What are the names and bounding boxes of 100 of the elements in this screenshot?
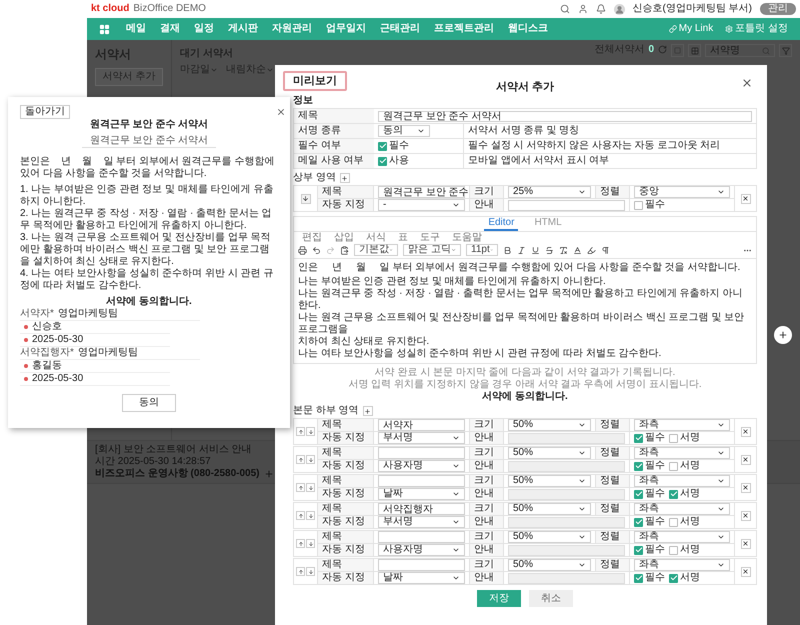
text-color-icon[interactable] [573,246,582,254]
move-up-button[interactable] [296,427,305,436]
strikethrough-icon[interactable] [545,246,554,254]
checkbox[interactable] [634,200,643,210]
list-view-button[interactable] [671,44,684,57]
user-icon[interactable] [578,4,588,14]
title-input[interactable] [378,475,465,487]
move-down-button[interactable] [306,483,315,492]
field-label: 서명 종류 [294,124,374,138]
move-up-button[interactable] [296,511,305,520]
add-button[interactable] [340,173,350,183]
type-select[interactable]: 동의 [378,125,430,137]
grid-view-button[interactable] [688,44,701,57]
refresh-icon[interactable] [658,45,667,54]
add-button[interactable] [362,406,373,416]
redo-icon[interactable] [326,246,335,254]
field-label: 크기 [470,186,504,199]
check-icon [634,518,642,526]
print-icon[interactable] [298,246,307,254]
remove-button[interactable] [740,194,750,204]
remove-button[interactable] [740,426,750,436]
highlight-icon[interactable] [587,246,596,254]
arrow-up-icon [298,428,304,434]
cancel-button[interactable]: 취소 [529,590,573,607]
title-input[interactable] [378,531,465,543]
preview-item: 3. 나는 원격 근무용 소프트웨어 및 전산장비를 업무 목적에만 활용하며 바이러스 백신 프로그램 및 보안 프로그램을 설치하여 최신 상태로 유지한다. [20,232,272,268]
editor-menu-item[interactable]: 표 [398,232,408,244]
style-select[interactable]: 기본값 [354,244,398,256]
underline-icon[interactable] [531,246,540,254]
apps-icon[interactable] [99,24,110,34]
editor-menu-item[interactable]: 도움말 [452,232,482,244]
preview-subtitle: 원격근무 보안 준수 서약서 [82,135,216,148]
editor-menu-item[interactable]: 삽입 [334,232,354,244]
search-icon[interactable] [560,4,570,14]
auto-select[interactable]: - [378,199,465,211]
agree-button[interactable]: 동의 [122,394,176,412]
paste-icon[interactable] [340,246,349,254]
move-down-button[interactable] [306,427,315,436]
bold-icon[interactable] [503,246,512,254]
check-label: 필수 [645,432,665,444]
field-label: 메일 사용 여부 [294,154,374,168]
close-icon[interactable] [276,107,286,117]
logo[interactable]: kt cloud [91,3,130,15]
back-button[interactable]: 돌아가기 [20,105,70,119]
arrow-down-icon [308,456,314,462]
move-down-button[interactable] [306,455,315,464]
editor-menu-item[interactable]: 편집 [302,232,322,244]
font-size-select[interactable]: 11pt [466,244,498,256]
paragraph-icon[interactable] [601,246,610,254]
check-icon [634,490,642,498]
filter-button[interactable] [779,44,792,57]
editor-menu-item[interactable]: 도구 [420,232,440,244]
move-down-button[interactable] [300,194,310,204]
editor-menu-item[interactable]: 서식 [366,232,386,244]
chevron-icon [578,188,586,196]
bell-icon[interactable] [596,4,606,14]
user-name[interactable]: 신승호(영업마케팅팀 부서) [632,3,752,15]
close-icon [742,540,749,547]
title-input[interactable] [378,559,465,571]
field-label: 자동 지정 [318,432,374,445]
close-icon [742,195,749,202]
remove-button[interactable] [740,482,750,492]
move-down-button[interactable] [306,511,315,520]
clear-format-icon[interactable] [559,246,568,254]
undo-icon[interactable] [312,246,321,254]
remove-button[interactable] [740,454,750,464]
move-up-button[interactable] [296,539,305,548]
move-up-button[interactable] [296,455,305,464]
field-label: 크기 [470,419,504,432]
plus-icon[interactable] [264,469,274,479]
move-down-button[interactable] [306,567,315,576]
field-label: 안내 [470,572,504,585]
checkbox[interactable] [378,156,387,166]
editor-tab[interactable]: Editor [484,217,518,231]
field-label: 자동 지정 [318,460,374,473]
align-select[interactable]: 중앙 [634,186,730,198]
signer-department: 영업마케팅팀 [78,347,138,359]
title-input[interactable]: 원격근무 보안 준수 서약서 [378,110,752,122]
move-down-button[interactable] [306,539,315,548]
remove-button[interactable] [740,510,750,520]
move-up-button[interactable] [296,567,305,576]
guide-input[interactable] [508,200,625,210]
size-select[interactable]: 25% [508,186,591,198]
move-up-button[interactable] [296,483,305,492]
remove-button[interactable] [740,538,750,548]
italic-icon[interactable] [517,246,526,254]
chevron-icon [578,421,586,429]
close-icon [742,484,749,491]
admin-button[interactable]: 관리 [760,3,796,15]
check-icon [634,546,642,554]
arrow-down-icon [308,428,314,434]
remove-button[interactable] [740,566,750,576]
field-label: 정렬 [596,419,630,432]
font-select[interactable]: 맑은 고딕 [403,244,461,256]
checkbox[interactable] [378,142,387,150]
caret-icon [210,66,218,74]
preview-tab[interactable]: 미리보기 [283,71,347,91]
close-icon[interactable] [741,77,753,89]
title-input[interactable] [378,447,465,459]
required-dot-icon [24,377,28,381]
